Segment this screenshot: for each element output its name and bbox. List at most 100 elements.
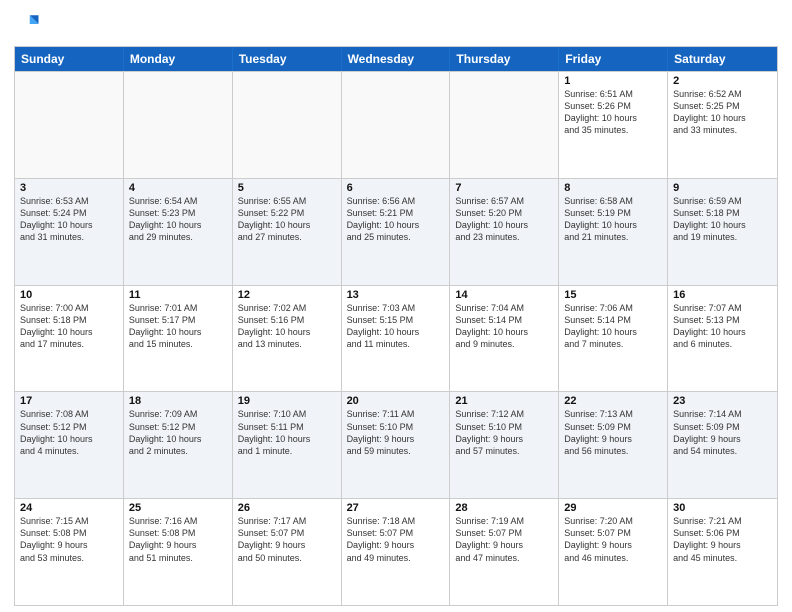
empty-cell [124, 72, 233, 178]
day-info: Sunrise: 7:06 AMSunset: 5:14 PMDaylight:… [564, 302, 662, 351]
day-info: Sunrise: 7:14 AMSunset: 5:09 PMDaylight:… [673, 408, 772, 457]
day-number: 21 [455, 395, 553, 407]
calendar-body: 1Sunrise: 6:51 AMSunset: 5:26 PMDaylight… [15, 71, 777, 605]
day-number: 23 [673, 395, 772, 407]
day-info: Sunrise: 7:08 AMSunset: 5:12 PMDaylight:… [20, 408, 118, 457]
day-cell: 6Sunrise: 6:56 AMSunset: 5:21 PMDaylight… [342, 179, 451, 285]
day-number: 11 [129, 289, 227, 301]
day-cell: 17Sunrise: 7:08 AMSunset: 5:12 PMDayligh… [15, 392, 124, 498]
day-info: Sunrise: 7:10 AMSunset: 5:11 PMDaylight:… [238, 408, 336, 457]
day-number: 12 [238, 289, 336, 301]
day-number: 15 [564, 289, 662, 301]
day-info: Sunrise: 7:19 AMSunset: 5:07 PMDaylight:… [455, 515, 553, 564]
day-info: Sunrise: 7:04 AMSunset: 5:14 PMDaylight:… [455, 302, 553, 351]
empty-cell [450, 72, 559, 178]
day-info: Sunrise: 7:16 AMSunset: 5:08 PMDaylight:… [129, 515, 227, 564]
day-cell: 4Sunrise: 6:54 AMSunset: 5:23 PMDaylight… [124, 179, 233, 285]
day-number: 20 [347, 395, 445, 407]
day-cell: 19Sunrise: 7:10 AMSunset: 5:11 PMDayligh… [233, 392, 342, 498]
day-cell: 29Sunrise: 7:20 AMSunset: 5:07 PMDayligh… [559, 499, 668, 605]
day-info: Sunrise: 7:02 AMSunset: 5:16 PMDaylight:… [238, 302, 336, 351]
day-cell: 23Sunrise: 7:14 AMSunset: 5:09 PMDayligh… [668, 392, 777, 498]
logo-icon [14, 10, 42, 38]
day-number: 17 [20, 395, 118, 407]
day-cell: 20Sunrise: 7:11 AMSunset: 5:10 PMDayligh… [342, 392, 451, 498]
calendar-row: 3Sunrise: 6:53 AMSunset: 5:24 PMDaylight… [15, 178, 777, 285]
weekday-header: Friday [559, 47, 668, 71]
day-number: 29 [564, 502, 662, 514]
weekday-header: Tuesday [233, 47, 342, 71]
day-cell: 5Sunrise: 6:55 AMSunset: 5:22 PMDaylight… [233, 179, 342, 285]
day-cell: 7Sunrise: 6:57 AMSunset: 5:20 PMDaylight… [450, 179, 559, 285]
day-cell: 8Sunrise: 6:58 AMSunset: 5:19 PMDaylight… [559, 179, 668, 285]
day-number: 22 [564, 395, 662, 407]
calendar-row: 17Sunrise: 7:08 AMSunset: 5:12 PMDayligh… [15, 391, 777, 498]
day-info: Sunrise: 7:01 AMSunset: 5:17 PMDaylight:… [129, 302, 227, 351]
day-number: 3 [20, 182, 118, 194]
day-cell: 30Sunrise: 7:21 AMSunset: 5:06 PMDayligh… [668, 499, 777, 605]
day-cell: 14Sunrise: 7:04 AMSunset: 5:14 PMDayligh… [450, 286, 559, 392]
day-number: 8 [564, 182, 662, 194]
header [14, 10, 778, 38]
day-info: Sunrise: 7:17 AMSunset: 5:07 PMDaylight:… [238, 515, 336, 564]
day-info: Sunrise: 7:13 AMSunset: 5:09 PMDaylight:… [564, 408, 662, 457]
day-number: 16 [673, 289, 772, 301]
day-cell: 26Sunrise: 7:17 AMSunset: 5:07 PMDayligh… [233, 499, 342, 605]
day-info: Sunrise: 7:18 AMSunset: 5:07 PMDaylight:… [347, 515, 445, 564]
day-info: Sunrise: 7:03 AMSunset: 5:15 PMDaylight:… [347, 302, 445, 351]
empty-cell [342, 72, 451, 178]
day-cell: 3Sunrise: 6:53 AMSunset: 5:24 PMDaylight… [15, 179, 124, 285]
day-cell: 15Sunrise: 7:06 AMSunset: 5:14 PMDayligh… [559, 286, 668, 392]
day-number: 1 [564, 75, 662, 87]
weekday-header: Monday [124, 47, 233, 71]
day-number: 24 [20, 502, 118, 514]
day-cell: 27Sunrise: 7:18 AMSunset: 5:07 PMDayligh… [342, 499, 451, 605]
calendar-row: 1Sunrise: 6:51 AMSunset: 5:26 PMDaylight… [15, 71, 777, 178]
day-info: Sunrise: 7:00 AMSunset: 5:18 PMDaylight:… [20, 302, 118, 351]
day-info: Sunrise: 6:52 AMSunset: 5:25 PMDaylight:… [673, 88, 772, 137]
day-info: Sunrise: 6:58 AMSunset: 5:19 PMDaylight:… [564, 195, 662, 244]
day-cell: 16Sunrise: 7:07 AMSunset: 5:13 PMDayligh… [668, 286, 777, 392]
day-number: 5 [238, 182, 336, 194]
day-info: Sunrise: 6:56 AMSunset: 5:21 PMDaylight:… [347, 195, 445, 244]
weekday-header: Thursday [450, 47, 559, 71]
day-info: Sunrise: 6:53 AMSunset: 5:24 PMDaylight:… [20, 195, 118, 244]
day-number: 28 [455, 502, 553, 514]
day-cell: 13Sunrise: 7:03 AMSunset: 5:15 PMDayligh… [342, 286, 451, 392]
day-number: 4 [129, 182, 227, 194]
logo [14, 10, 46, 38]
day-cell: 21Sunrise: 7:12 AMSunset: 5:10 PMDayligh… [450, 392, 559, 498]
day-number: 18 [129, 395, 227, 407]
day-cell: 1Sunrise: 6:51 AMSunset: 5:26 PMDaylight… [559, 72, 668, 178]
day-cell: 10Sunrise: 7:00 AMSunset: 5:18 PMDayligh… [15, 286, 124, 392]
day-cell: 18Sunrise: 7:09 AMSunset: 5:12 PMDayligh… [124, 392, 233, 498]
day-cell: 9Sunrise: 6:59 AMSunset: 5:18 PMDaylight… [668, 179, 777, 285]
calendar: SundayMondayTuesdayWednesdayThursdayFrid… [14, 46, 778, 606]
day-cell: 24Sunrise: 7:15 AMSunset: 5:08 PMDayligh… [15, 499, 124, 605]
day-number: 7 [455, 182, 553, 194]
day-info: Sunrise: 6:57 AMSunset: 5:20 PMDaylight:… [455, 195, 553, 244]
day-cell: 28Sunrise: 7:19 AMSunset: 5:07 PMDayligh… [450, 499, 559, 605]
day-number: 2 [673, 75, 772, 87]
day-info: Sunrise: 6:59 AMSunset: 5:18 PMDaylight:… [673, 195, 772, 244]
day-info: Sunrise: 7:20 AMSunset: 5:07 PMDaylight:… [564, 515, 662, 564]
calendar-row: 24Sunrise: 7:15 AMSunset: 5:08 PMDayligh… [15, 498, 777, 605]
day-number: 10 [20, 289, 118, 301]
weekday-header: Saturday [668, 47, 777, 71]
day-number: 25 [129, 502, 227, 514]
day-info: Sunrise: 7:21 AMSunset: 5:06 PMDaylight:… [673, 515, 772, 564]
day-number: 6 [347, 182, 445, 194]
weekday-header: Wednesday [342, 47, 451, 71]
day-number: 13 [347, 289, 445, 301]
empty-cell [233, 72, 342, 178]
empty-cell [15, 72, 124, 178]
day-info: Sunrise: 7:12 AMSunset: 5:10 PMDaylight:… [455, 408, 553, 457]
day-cell: 25Sunrise: 7:16 AMSunset: 5:08 PMDayligh… [124, 499, 233, 605]
day-number: 30 [673, 502, 772, 514]
weekday-header: Sunday [15, 47, 124, 71]
day-number: 14 [455, 289, 553, 301]
day-number: 26 [238, 502, 336, 514]
day-info: Sunrise: 6:51 AMSunset: 5:26 PMDaylight:… [564, 88, 662, 137]
day-cell: 22Sunrise: 7:13 AMSunset: 5:09 PMDayligh… [559, 392, 668, 498]
day-info: Sunrise: 7:15 AMSunset: 5:08 PMDaylight:… [20, 515, 118, 564]
